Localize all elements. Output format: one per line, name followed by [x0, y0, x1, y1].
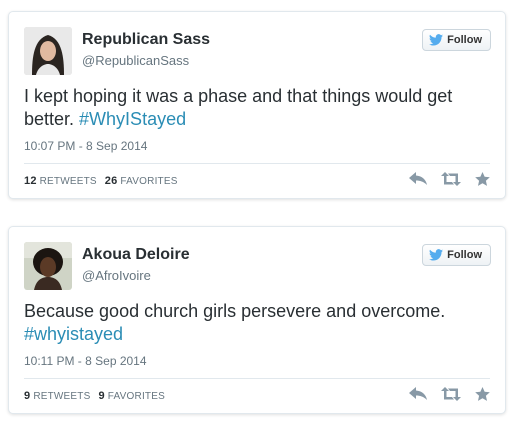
favorites-count[interactable]: 26 — [105, 175, 118, 187]
follow-button[interactable]: Follow — [422, 244, 491, 266]
divider — [24, 163, 490, 164]
timestamp[interactable]: 10:11 PM - 8 Sep 2014 — [24, 354, 147, 368]
retweets-count[interactable]: 12 — [24, 175, 37, 187]
tweet-actions — [409, 172, 490, 186]
retweets-label[interactable]: RETWEETS — [33, 391, 90, 402]
twitter-bird-icon — [429, 34, 444, 46]
favorites-count[interactable]: 9 — [98, 390, 104, 402]
author-name[interactable]: Republican Sass — [82, 31, 210, 49]
star-icon[interactable] — [475, 172, 490, 186]
follow-button[interactable]: Follow — [422, 29, 491, 51]
avatar[interactable] — [24, 242, 72, 290]
reply-icon[interactable] — [409, 387, 427, 401]
favorites-label[interactable]: FAVORITES — [108, 391, 165, 402]
tweet-stats: 12 RETWEETS 26 FAVORITES — [24, 175, 178, 187]
tweet-actions — [409, 387, 490, 401]
retweet-icon[interactable] — [441, 172, 461, 186]
hashtag-link[interactable]: #whyistayed — [24, 324, 123, 344]
retweets-count[interactable]: 9 — [24, 390, 30, 402]
hashtag-link[interactable]: #WhyIStayed — [79, 109, 186, 129]
timestamp[interactable]: 10:07 PM - 8 Sep 2014 — [24, 139, 147, 153]
tweet-text: I kept hoping it was a phase and that th… — [24, 85, 490, 131]
follow-label: Follow — [447, 249, 482, 261]
tweet-card: Akoua Deloire @AfroIvoire Follow Because… — [8, 226, 506, 414]
tweet-text: Because good church girls persevere and … — [24, 300, 490, 346]
star-icon[interactable] — [475, 387, 490, 401]
favorites-label[interactable]: FAVORITES — [120, 176, 177, 187]
tweet-card: Republican Sass @RepublicanSass Follow I… — [8, 11, 506, 199]
twitter-bird-icon — [429, 249, 444, 261]
tweet-stats: 9 RETWEETS 9 FAVORITES — [24, 390, 165, 402]
reply-icon[interactable] — [409, 172, 427, 186]
author-name[interactable]: Akoua Deloire — [82, 246, 190, 264]
retweet-icon[interactable] — [441, 387, 461, 401]
tweet-text-plain: Because good church girls persevere and … — [24, 301, 446, 321]
retweets-label[interactable]: RETWEETS — [40, 176, 97, 187]
author-handle[interactable]: @RepublicanSass — [82, 53, 189, 68]
divider — [24, 378, 490, 379]
follow-label: Follow — [447, 34, 482, 46]
avatar[interactable] — [24, 27, 72, 75]
author-handle[interactable]: @AfroIvoire — [82, 268, 151, 283]
